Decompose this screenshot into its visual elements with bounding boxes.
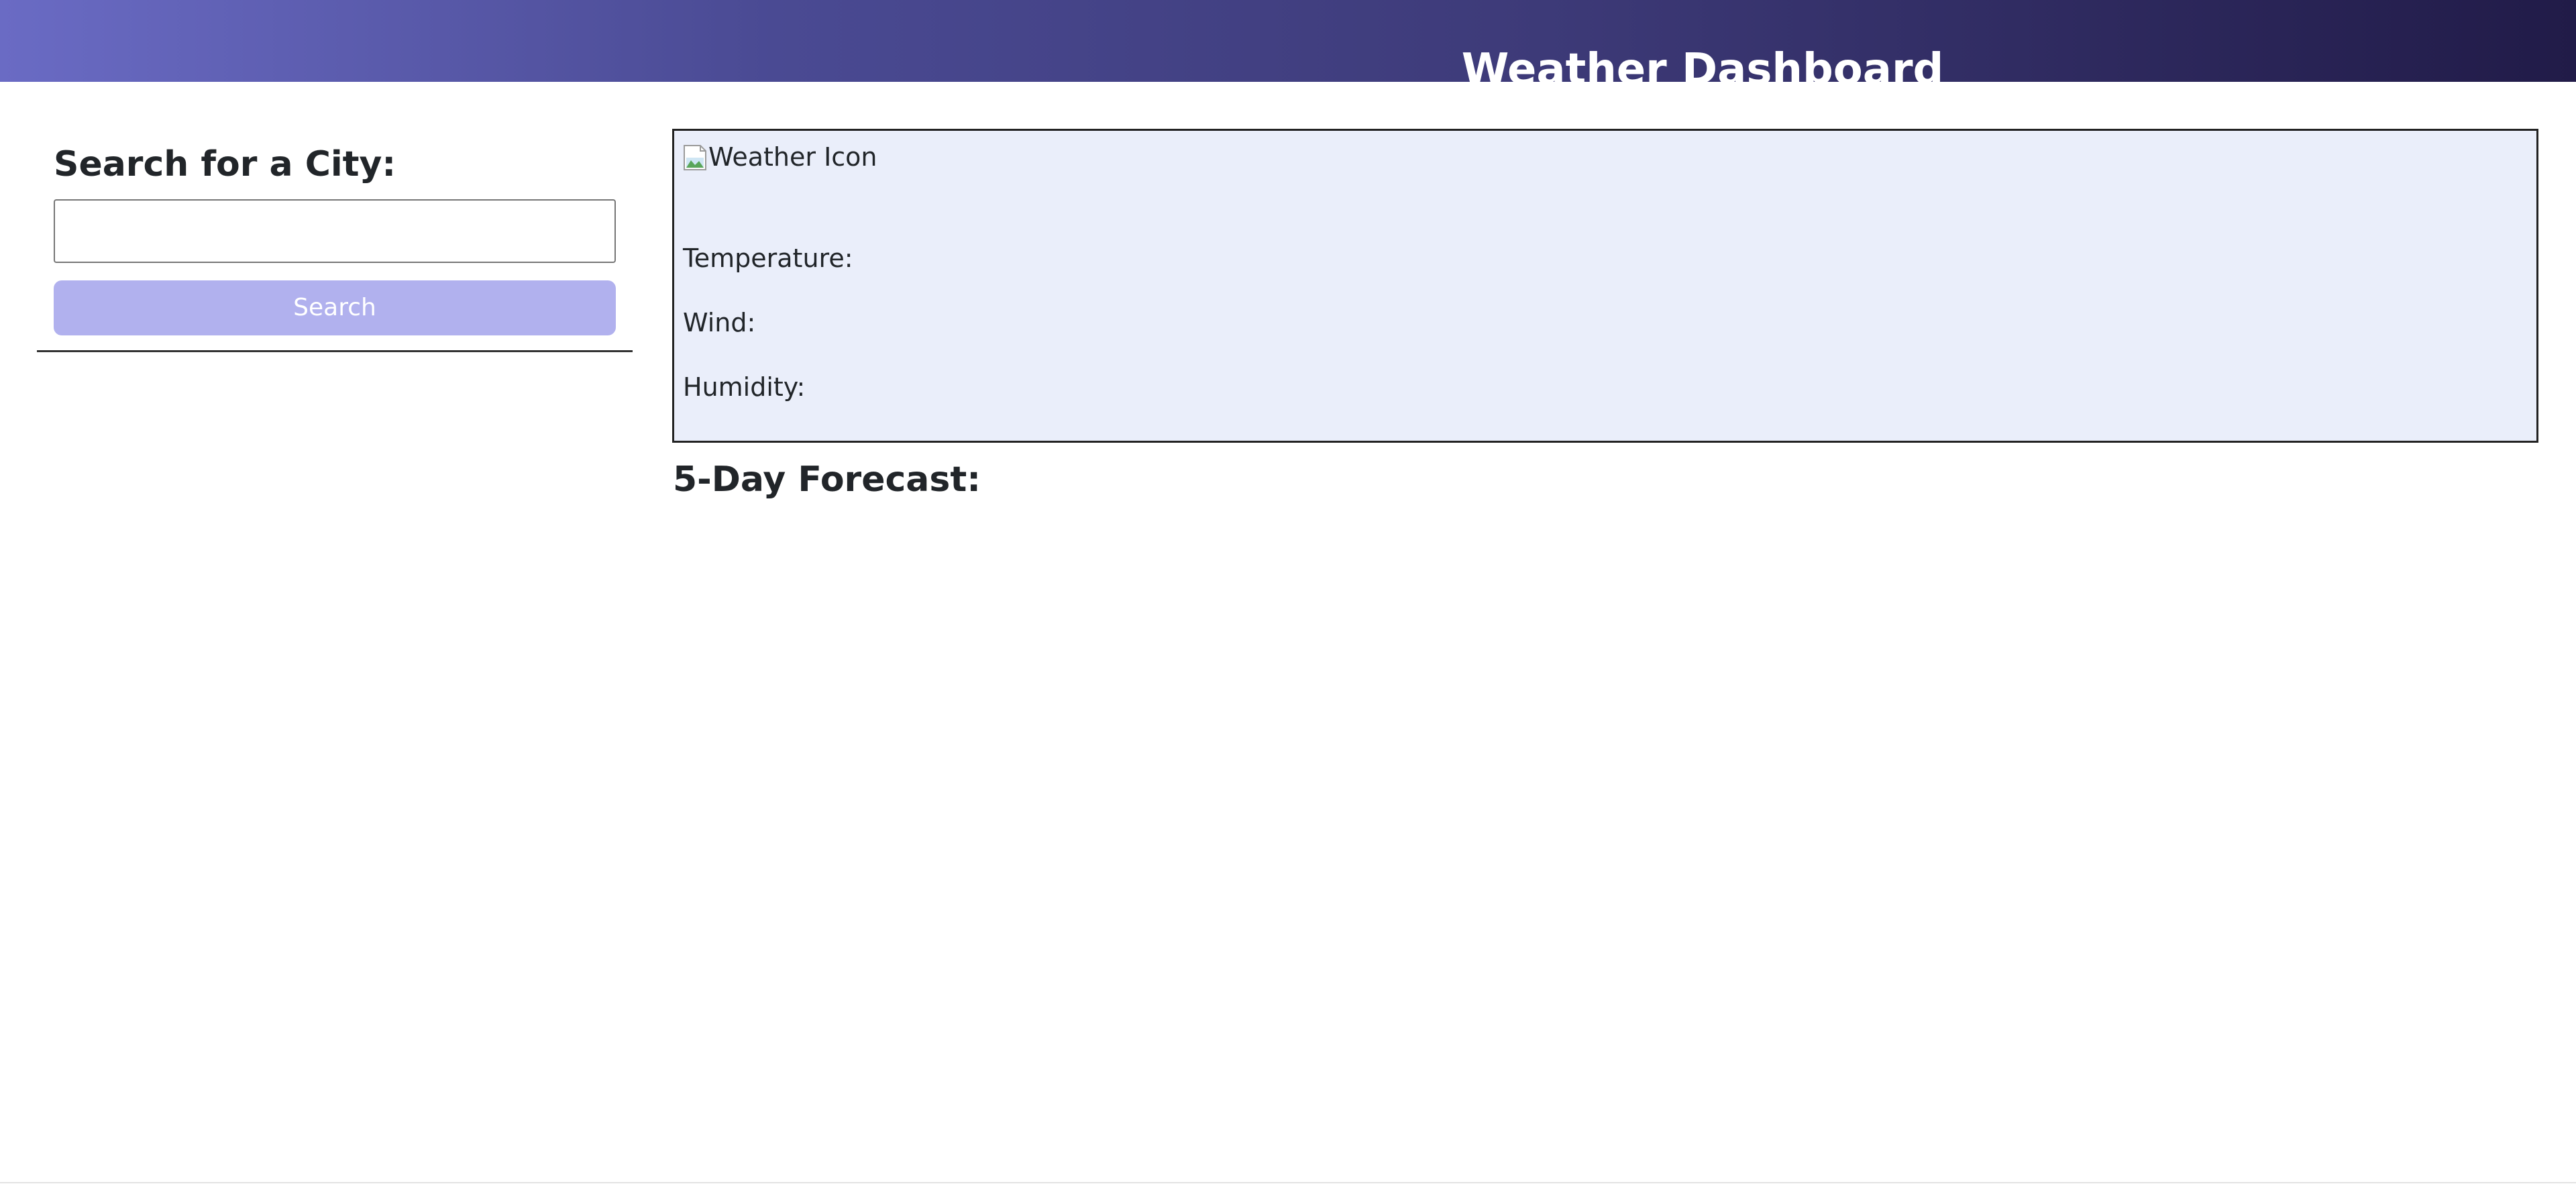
humidity-label: Humidity:: [683, 372, 806, 402]
city-search-input[interactable]: [54, 199, 616, 263]
app-header: Weather Dashboard: [0, 0, 2576, 95]
current-weather-card: Weather Icon Temperature: Wind: Humidity…: [672, 129, 2538, 443]
sidebar-divider: [37, 350, 633, 352]
broken-image-icon: [684, 145, 706, 170]
search-heading: Search for a City:: [54, 144, 396, 184]
page-title: Weather Dashboard: [1461, 44, 1944, 95]
search-button[interactable]: Search: [54, 280, 616, 335]
weather-icon: Weather Icon: [683, 140, 877, 174]
forecast-heading: 5-Day Forecast:: [673, 460, 981, 500]
page-bottom-border: [0, 1182, 2576, 1183]
weather-icon-alt-text: Weather Icon: [708, 142, 877, 172]
wind-label: Wind:: [683, 308, 756, 337]
temperature-label: Temperature:: [683, 244, 853, 273]
